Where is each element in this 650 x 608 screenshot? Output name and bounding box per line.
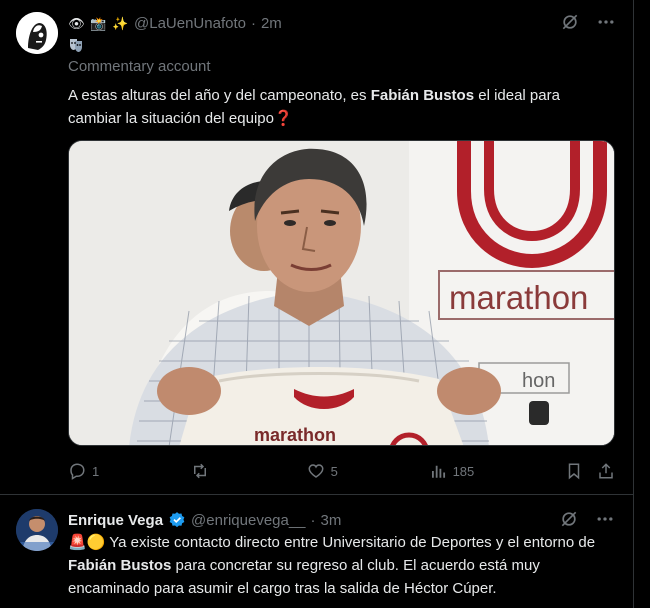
retweet-button[interactable] — [190, 462, 216, 480]
siren-yellow-circle-emoji-icon: 🚨🟡 — [68, 534, 106, 551]
tweet-photo[interactable]: marathon hon marathon — [68, 140, 615, 446]
tweet-text: A estas alturas del año y del campeonato… — [68, 84, 613, 130]
tweet-text-bold-name: Fabián Bustos — [68, 557, 172, 574]
jersey-text: marathon — [254, 425, 336, 445]
grok-icon[interactable] — [559, 509, 579, 529]
banner-text: marathon — [449, 279, 588, 316]
tweet-text: 🚨🟡 Ya existe contacto directo entre Univ… — [68, 531, 613, 600]
reply-button[interactable]: 1 — [68, 462, 99, 480]
question-mark-emoji-icon: ❓ — [273, 110, 293, 127]
more-options-icon[interactable] — [595, 509, 615, 529]
verified-badge-icon — [168, 511, 186, 529]
grok-icon[interactable] — [560, 12, 580, 32]
user-display-name[interactable]: Enrique Vega — [68, 512, 163, 529]
sparkles-emoji-icon: ✨ — [112, 15, 129, 31]
banner-text-small: hon — [522, 370, 555, 392]
user-handle[interactable]: @LaUenUnafoto — [134, 15, 246, 32]
eye-emoji-icon: 👁 — [68, 15, 85, 31]
tweet-text-part: Ya existe contacto directo entre Univers… — [105, 534, 596, 551]
tweet[interactable]: 👁 📸 ✨ @LaUenUnafoto · 2m Commentary acco… — [0, 0, 634, 495]
tweet-actions: 1 5 185 — [68, 458, 615, 484]
more-options-icon[interactable] — [596, 12, 616, 32]
account-label: Commentary account — [68, 58, 211, 75]
reply-count: 1 — [92, 463, 100, 479]
timestamp[interactable]: 3m — [321, 512, 342, 529]
avatar[interactable] — [16, 509, 58, 551]
tweet-text-bold-name: Fabián Bustos — [370, 87, 475, 104]
tweet-top-actions — [559, 509, 615, 529]
theater-masks-icon — [68, 37, 84, 53]
tweet-top-actions — [560, 12, 616, 32]
secondary-actions — [565, 462, 615, 480]
like-button[interactable]: 5 — [307, 462, 338, 480]
share-icon[interactable] — [597, 462, 615, 480]
views-button[interactable]: 185 — [429, 462, 475, 480]
tweet-header: 👁 📸 ✨ @LaUenUnafoto · 2m — [68, 12, 282, 34]
tweet-header: Enrique Vega @enriquevega__ · 3m — [68, 509, 341, 531]
camera-flash-emoji-icon: 📸 — [90, 15, 107, 31]
view-count: 185 — [452, 463, 475, 479]
avatar[interactable] — [16, 12, 58, 54]
timeline-feed: 👁 📸 ✨ @LaUenUnafoto · 2m Commentary acco… — [0, 0, 634, 608]
user-handle[interactable]: @enriquevega__ — [191, 512, 305, 529]
like-count: 5 — [330, 463, 338, 479]
tweet-text-part: A estas alturas del año y del campeonato… — [68, 87, 371, 104]
timestamp[interactable]: 2m — [261, 15, 282, 32]
bookmark-icon[interactable] — [565, 462, 583, 480]
separator-dot: · — [310, 511, 316, 529]
separator-dot: · — [250, 14, 256, 32]
